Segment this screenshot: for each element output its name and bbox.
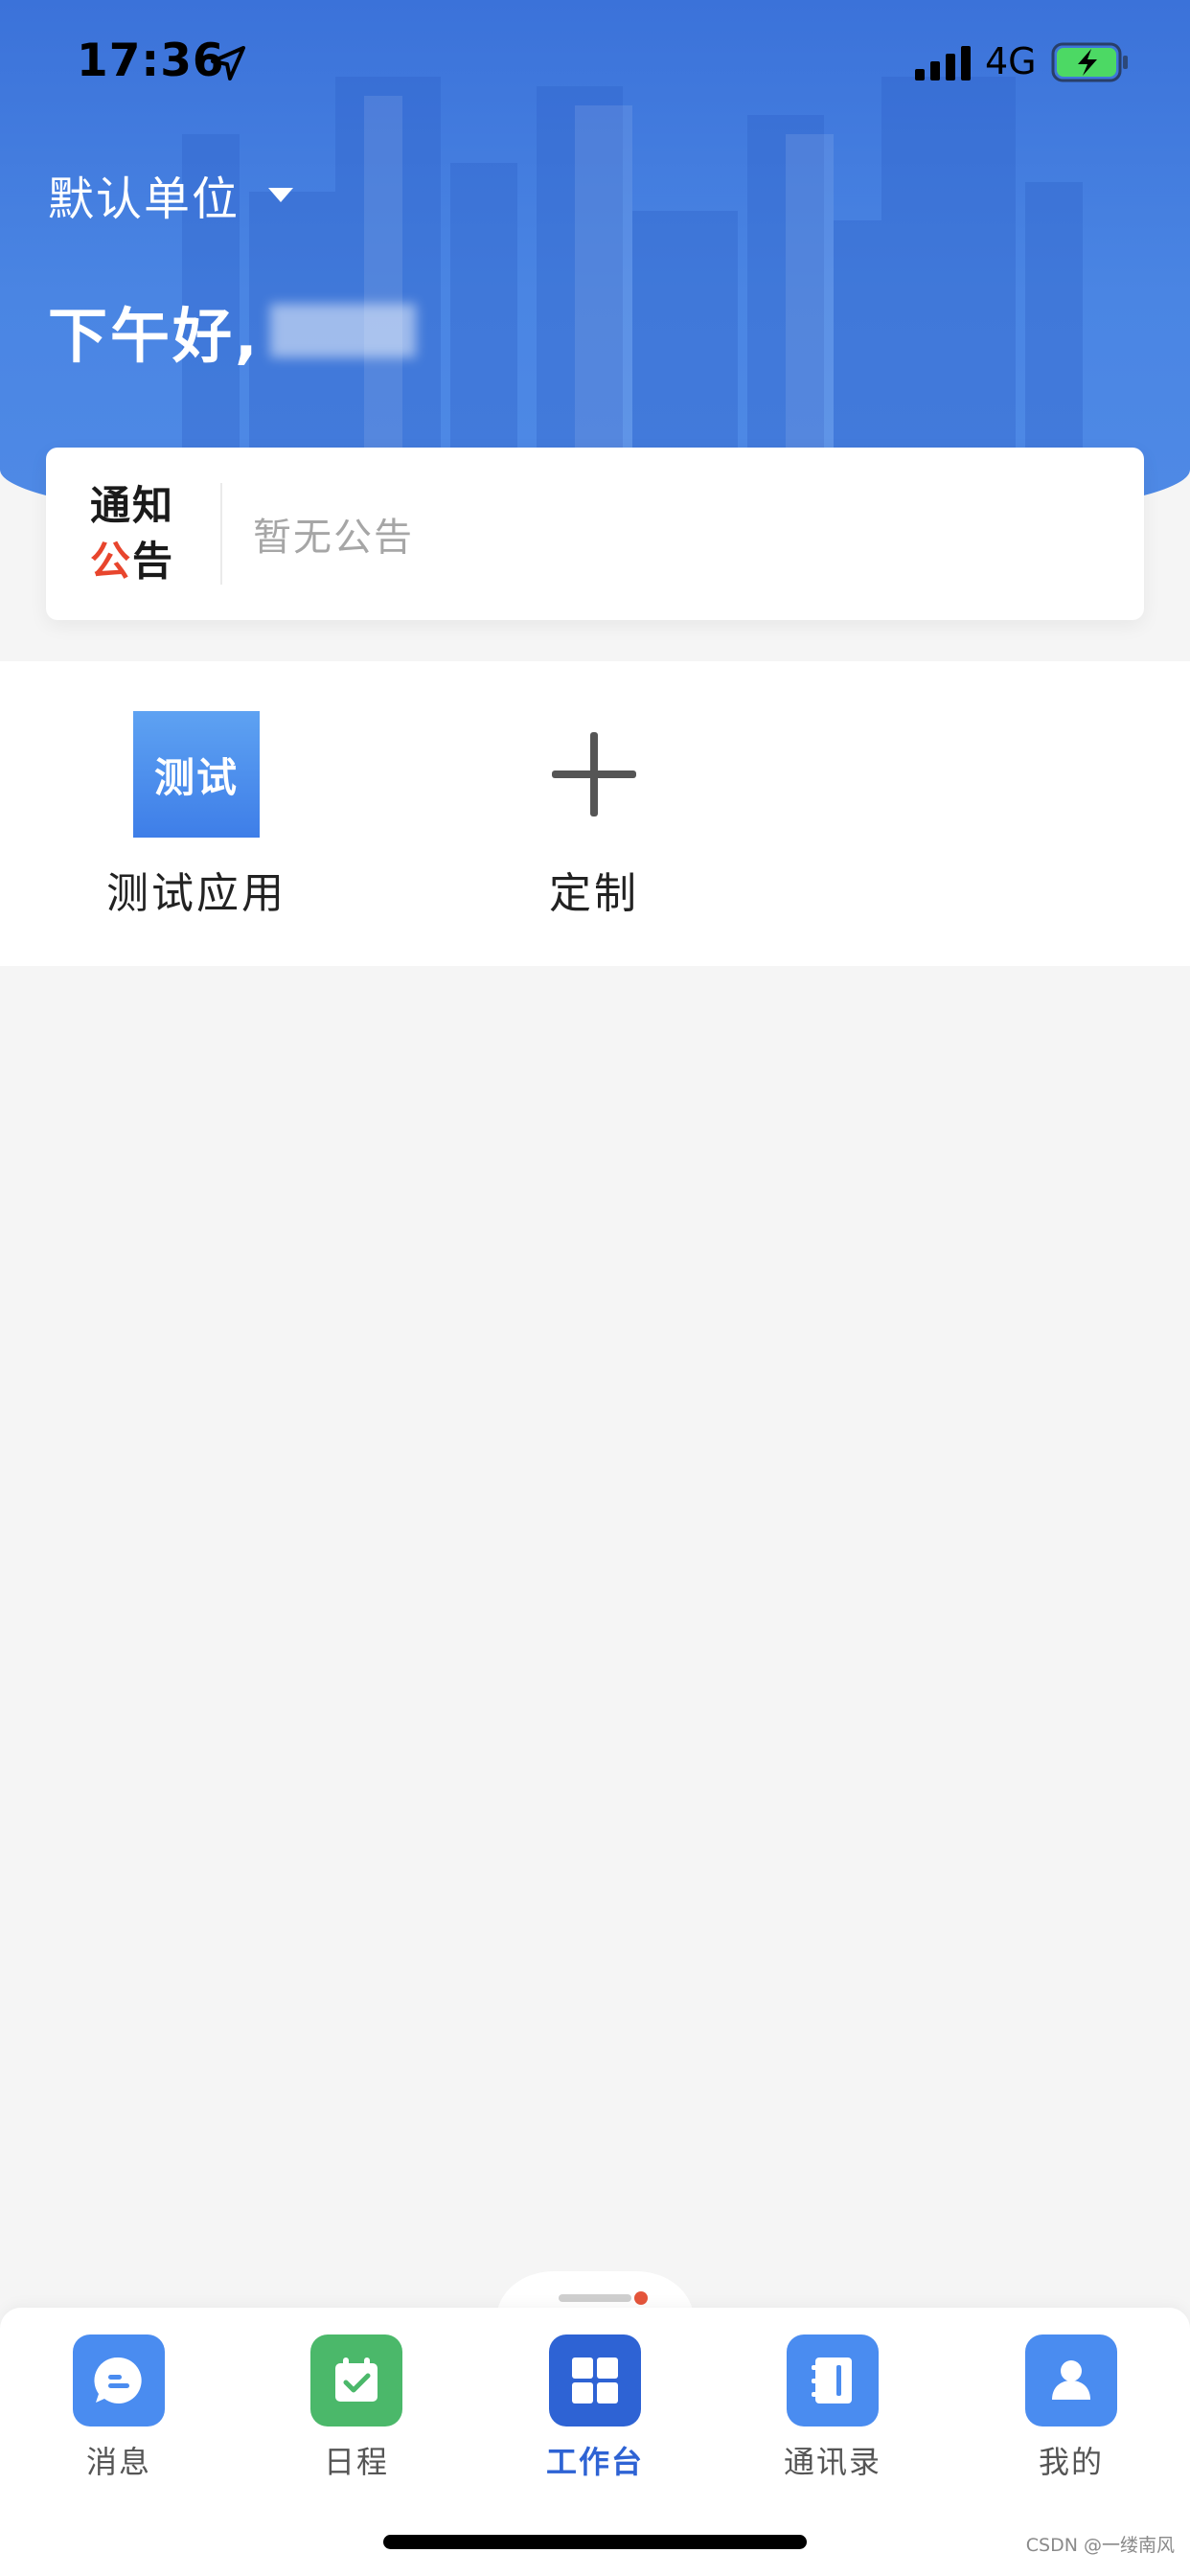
network-type: 4G: [985, 40, 1037, 82]
notice-logo: 通知 公告: [90, 478, 220, 589]
greeting-row: 下午好,: [48, 288, 416, 374]
grid-icon: [549, 2334, 641, 2426]
tab-label: 通讯录: [783, 2444, 881, 2480]
watermark: CSDN @一缕南风: [1025, 2535, 1175, 2556]
tab-label: 日程: [323, 2444, 389, 2480]
tab-messages[interactable]: 消息: [23, 2334, 215, 2482]
location-arrow-icon: [211, 46, 245, 80]
tab-label: 工作台: [545, 2444, 644, 2480]
greeting-text: 下午好,: [48, 301, 261, 371]
notice-logo-line2: 公告: [90, 534, 220, 589]
user-name-redacted: [269, 304, 416, 357]
status-time: 17:36: [77, 34, 225, 87]
app-grid: 测试 测试应用 定制: [0, 661, 1190, 966]
address-book-icon: [787, 2334, 879, 2426]
calendar-check-icon: [310, 2334, 402, 2426]
home-indicator[interactable]: [383, 2535, 807, 2549]
unit-selector[interactable]: 默认单位: [48, 161, 294, 228]
notice-divider: [220, 483, 222, 585]
notice-logo-rest: 告: [132, 538, 175, 585]
app-label: 测试应用: [106, 869, 286, 918]
plus-icon: [531, 711, 657, 838]
tab-schedule[interactable]: 日程: [261, 2334, 452, 2482]
app-label: 定制: [549, 869, 639, 918]
unit-label: 默认单位: [48, 172, 240, 226]
status-bar: 17:36 4G: [0, 0, 1190, 129]
tab-contacts[interactable]: 通讯录: [737, 2334, 928, 2482]
notice-card[interactable]: 通知 公告 暂无公告: [46, 448, 1144, 620]
tab-profile[interactable]: 我的: [975, 2334, 1167, 2482]
battery-charging-icon: [1051, 42, 1128, 82]
notice-logo-line1: 通知: [90, 482, 175, 529]
tab-workbench[interactable]: 工作台: [499, 2334, 691, 2482]
notice-logo-accent: 公: [90, 538, 133, 585]
tab-label: 消息: [85, 2444, 151, 2480]
test-app-icon: 测试: [133, 711, 260, 838]
cellular-signal-icon: [915, 46, 971, 80]
app-test[interactable]: 测试 测试应用: [72, 711, 321, 920]
notice-text: 暂无公告: [253, 516, 414, 560]
tab-label: 我的: [1038, 2444, 1104, 2480]
handle-bar: [559, 2294, 631, 2302]
app-customize[interactable]: 定制: [469, 711, 719, 920]
caret-down-icon: [268, 187, 294, 202]
user-icon: [1025, 2334, 1117, 2426]
message-icon: [73, 2334, 165, 2426]
notification-dot: [634, 2291, 648, 2305]
